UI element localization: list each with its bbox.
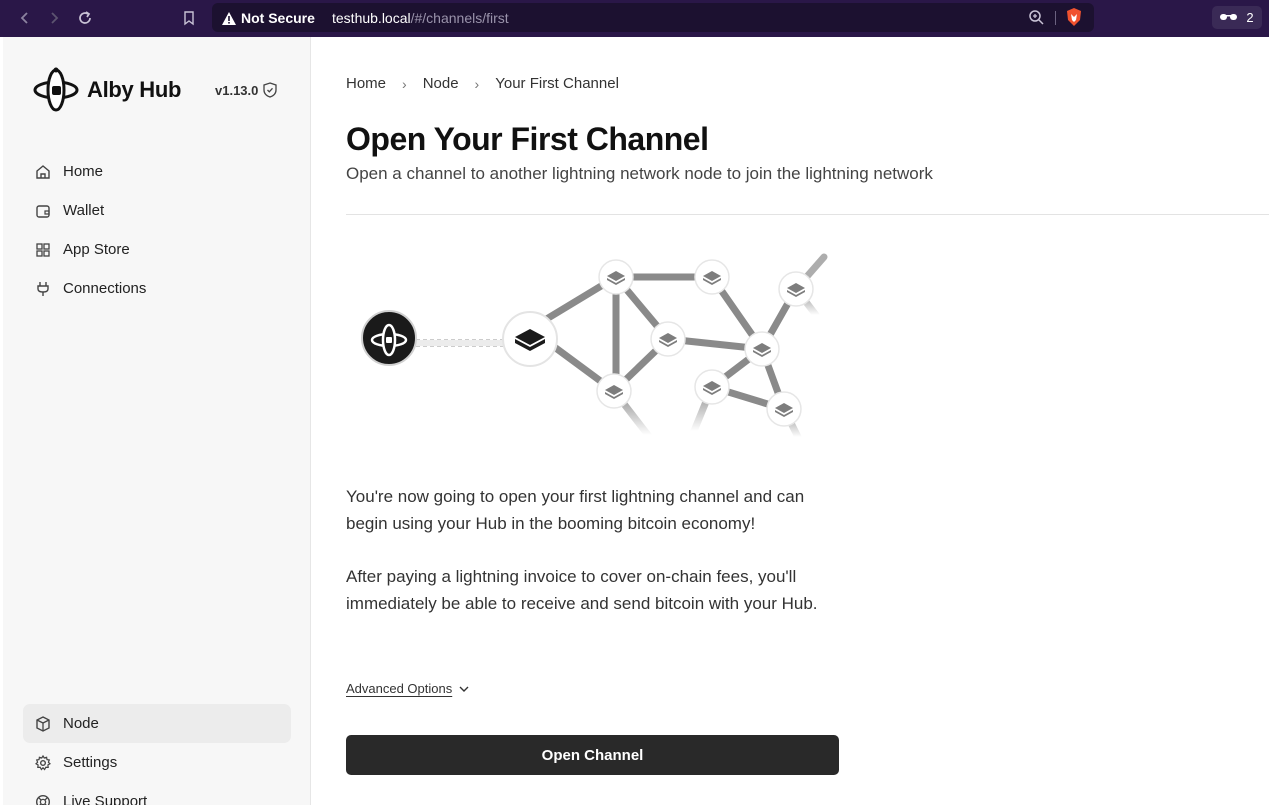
browser-toolbar: Not Secure testhub.local/#/channels/firs… [0,0,1269,37]
version-badge[interactable]: v1.13.0 [215,82,278,98]
alby-logo-icon [33,67,79,112]
chevron-right-icon: › [402,75,407,92]
zoom-icon[interactable] [1028,9,1044,30]
sidebar-item-live-support[interactable]: Live Support [23,782,291,805]
app-name: Alby Hub [87,77,182,102]
home-icon [36,164,50,179]
gear-icon [35,754,51,771]
breadcrumb-current: Your First Channel [495,75,619,92]
box-icon [36,715,50,732]
page-subtitle: Open a channel to another lightning netw… [346,164,933,183]
pending-channel [416,340,504,346]
url-path: /#/channels/first [410,10,509,26]
breadcrumb-node[interactable]: Node [423,75,459,92]
sidebar-item-node[interactable]: Node [23,704,291,743]
lifebuoy-icon [36,794,50,805]
glasses-icon [1220,13,1238,20]
extension-button[interactable]: 2 [1212,6,1262,29]
extension-count: 2 [1246,10,1254,25]
shield-check-icon [263,82,278,98]
breadcrumb-home[interactable]: Home [346,75,386,92]
sidebar-item-wallet[interactable]: Wallet [23,191,291,230]
url-separator [1055,11,1056,25]
app-logo[interactable]: Alby Hub [33,67,181,113]
sidebar-item-label: Settings [63,754,118,771]
brave-shield-icon[interactable] [1066,8,1082,31]
url-host: testhub.local [332,10,411,26]
reload-icon[interactable] [73,6,97,30]
sidebar-item-settings[interactable]: Settings [23,743,291,782]
sidebar-item-home[interactable]: Home [23,152,291,191]
plug-icon [37,281,49,296]
sidebar-nav-bottom: Node Settings Live Support [23,704,291,805]
fees-paragraph: After paying a lightning invoice to cove… [346,567,818,613]
sidebar-item-label: Live Support [63,793,148,805]
warning-icon [222,11,236,25]
security-label: Not Secure [241,10,315,26]
chevron-down-icon [459,686,469,692]
chevron-right-icon: › [474,75,480,92]
sidebar: Alby Hub v1.13.0 Home Wallet App Store C… [3,37,311,805]
sidebar-item-label: Wallet [63,202,105,219]
intro-paragraph: You're now going to open your first ligh… [346,487,805,533]
header-divider [346,214,1269,215]
sidebar-nav-top: Home Wallet App Store Connections [23,152,291,308]
bookmark-icon[interactable] [177,6,201,30]
your-hub-node [361,310,417,366]
sidebar-item-label: Connections [63,280,147,297]
address-bar[interactable]: Not Secure testhub.local/#/channels/firs… [212,3,1094,32]
sidebar-item-label: App Store [63,241,130,258]
forward-icon[interactable] [42,6,66,30]
advanced-options-label: Advanced Options [346,681,453,696]
breadcrumb: Home › Node › Your First Channel [346,75,619,92]
sidebar-item-connections[interactable]: Connections [23,269,291,308]
sidebar-item-label: Home [63,163,104,180]
page-title: Open Your First Channel [346,121,709,157]
sidebar-item-label: Node [63,715,99,732]
back-icon[interactable] [13,6,37,30]
peer-node [502,311,558,367]
open-channel-button[interactable]: Open Channel [346,735,839,775]
lightning-network-illustration [361,253,828,441]
grid-icon [36,242,50,257]
advanced-options-toggle[interactable]: Advanced Options [346,681,470,696]
url-text[interactable]: testhub.local/#/channels/first [332,10,509,26]
main-content: Home › Node › Your First Channel Open Yo… [312,37,1269,805]
security-indicator[interactable]: Not Secure [222,10,315,26]
wallet-icon [36,204,50,218]
version-text: v1.13.0 [215,82,259,98]
sidebar-item-app-store[interactable]: App Store [23,230,291,269]
